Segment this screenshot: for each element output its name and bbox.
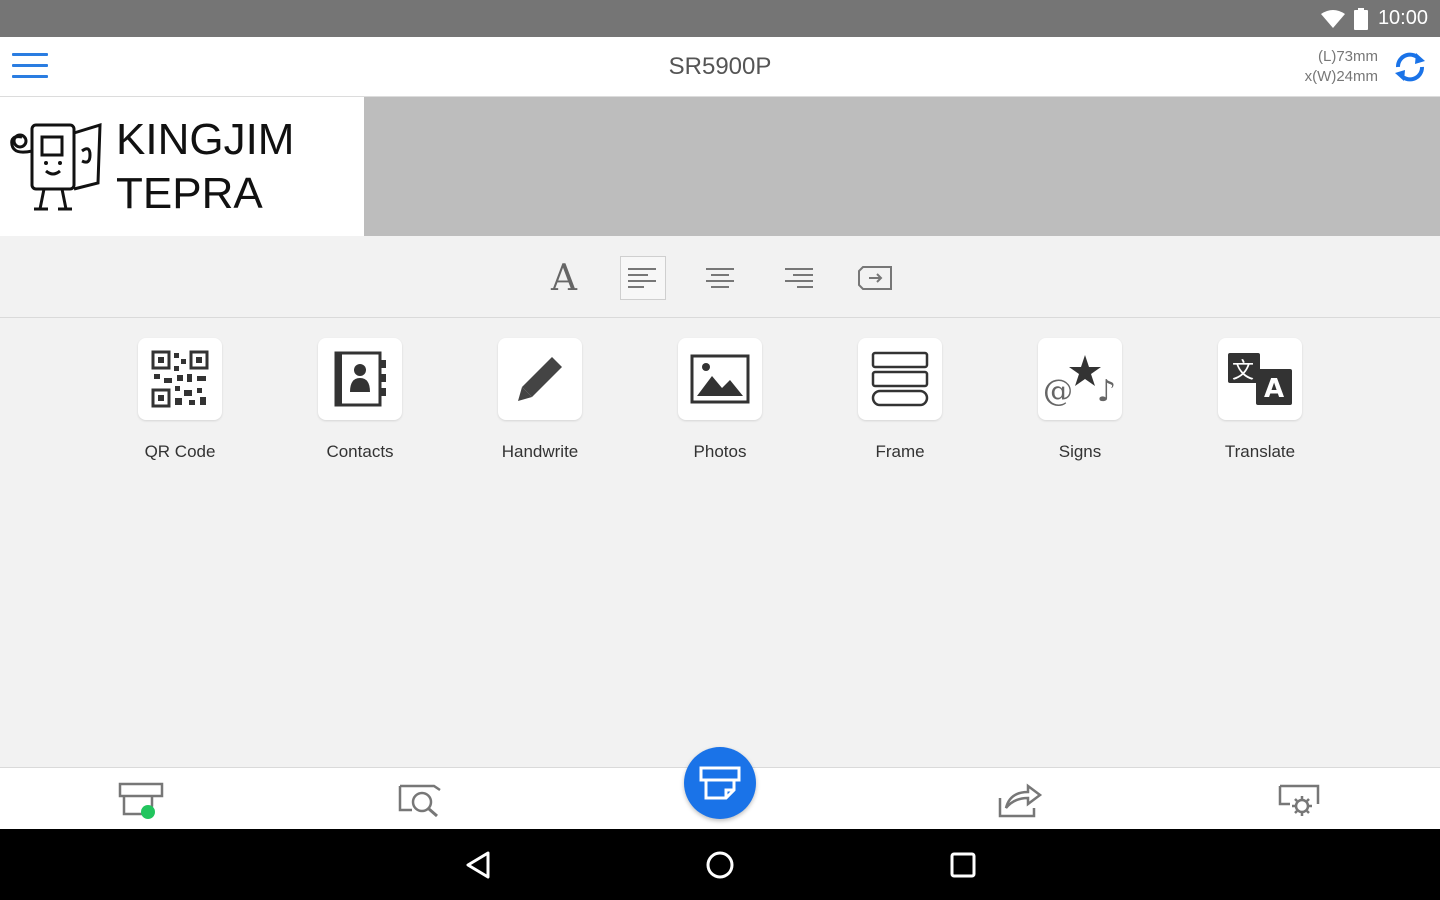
pencil-icon bbox=[518, 354, 565, 401]
refresh-icon[interactable] bbox=[1392, 49, 1428, 85]
translate-icon: 文 A bbox=[1228, 353, 1292, 405]
back-button[interactable] bbox=[458, 847, 498, 883]
align-left-icon bbox=[628, 268, 656, 288]
tool-label: Photos bbox=[693, 442, 747, 461]
tool-frame[interactable]: Frame bbox=[810, 338, 990, 462]
system-navigation-bar bbox=[0, 829, 1440, 900]
svg-text:A: A bbox=[1264, 374, 1284, 404]
label-editor[interactable]: KINGJIM TEPRA bbox=[0, 97, 1440, 236]
wifi-icon bbox=[1320, 9, 1345, 28]
tool-qr-code[interactable]: QR Code bbox=[90, 338, 270, 462]
share-icon bbox=[998, 783, 1043, 818]
tool-label: Signs bbox=[1058, 442, 1102, 461]
settings-button[interactable] bbox=[1276, 778, 1326, 822]
tool-label: Contacts bbox=[326, 442, 394, 461]
frame-icon bbox=[871, 351, 929, 407]
recents-icon bbox=[950, 852, 976, 878]
label-preview[interactable]: KINGJIM TEPRA bbox=[0, 97, 364, 236]
tool-handwrite[interactable]: Handwrite bbox=[450, 338, 630, 462]
print-button[interactable] bbox=[684, 747, 756, 819]
app-bar: SR5900P (L)73mm x(W)24mm bbox=[0, 37, 1440, 97]
settings-icon bbox=[1278, 784, 1320, 816]
tool-signs[interactable]: @ ♪ Signs bbox=[990, 338, 1170, 462]
tool-label: Frame bbox=[875, 442, 925, 461]
label-settings-button[interactable] bbox=[853, 256, 899, 300]
tool-photos[interactable]: Photos bbox=[630, 338, 810, 462]
label-line-2: TEPRA bbox=[116, 169, 263, 218]
printer-status-button[interactable] bbox=[116, 778, 166, 822]
font-button[interactable]: A bbox=[541, 256, 587, 300]
printer-status-icon bbox=[118, 782, 164, 819]
recents-button[interactable] bbox=[943, 847, 983, 883]
back-icon bbox=[466, 851, 490, 879]
align-right-icon bbox=[785, 268, 813, 288]
qr-code-icon bbox=[151, 350, 209, 408]
photo-icon bbox=[690, 354, 750, 404]
align-right-button[interactable] bbox=[775, 256, 821, 300]
page-title: SR5900P bbox=[668, 53, 772, 80]
svg-text:♪: ♪ bbox=[1097, 374, 1116, 407]
align-center-button[interactable] bbox=[697, 256, 743, 300]
tool-label: QR Code bbox=[144, 442, 216, 461]
preview-search-icon bbox=[398, 784, 441, 818]
align-center-icon bbox=[706, 268, 734, 288]
print-icon bbox=[699, 766, 741, 800]
format-toolbar: A bbox=[0, 236, 1440, 318]
status-bar: 10:00 bbox=[0, 0, 1440, 37]
clock: 10:00 bbox=[1377, 7, 1428, 29]
tape-width: x(W)24mm bbox=[1304, 68, 1378, 85]
tepra-mascot-icon bbox=[10, 122, 102, 211]
align-left-button[interactable] bbox=[620, 256, 666, 300]
tool-label: Translate bbox=[1224, 442, 1296, 461]
tool-label: Handwrite bbox=[501, 442, 579, 461]
battery-icon bbox=[1353, 7, 1368, 30]
tape-length: (L)73mm bbox=[1317, 48, 1378, 65]
tool-translate[interactable]: 文 A Translate bbox=[1170, 338, 1350, 462]
label-text[interactable]: KINGJIM TEPRA bbox=[116, 113, 294, 221]
home-icon bbox=[706, 851, 734, 879]
label-line-1: KINGJIM bbox=[116, 115, 295, 164]
svg-text:文: 文 bbox=[1232, 359, 1254, 384]
label-length-icon bbox=[858, 266, 892, 290]
preview-button[interactable] bbox=[396, 778, 446, 822]
svg-text:@: @ bbox=[1043, 374, 1073, 407]
share-button[interactable] bbox=[994, 778, 1044, 822]
tool-contacts[interactable]: Contacts bbox=[270, 338, 450, 462]
tape-size: (L)73mm x(W)24mm bbox=[1278, 47, 1378, 87]
font-icon: A bbox=[551, 257, 577, 299]
signs-icon: @ ♪ bbox=[1043, 355, 1116, 407]
contacts-icon bbox=[334, 351, 386, 407]
home-button[interactable] bbox=[700, 847, 740, 883]
